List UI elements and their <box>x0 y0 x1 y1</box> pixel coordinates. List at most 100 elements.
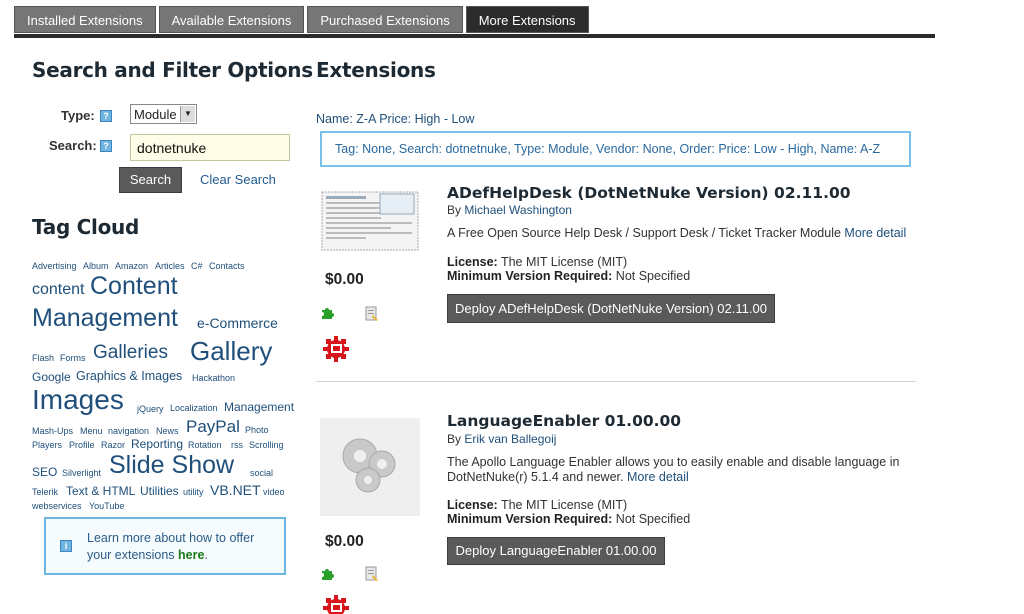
tag-link[interactable]: Images <box>32 384 124 416</box>
tag-link[interactable]: Rotation <box>188 440 222 450</box>
tab-bar: Installed Extensions Available Extension… <box>14 6 589 33</box>
tag-link[interactable]: Profile <box>69 440 95 450</box>
tag-cloud-title: Tag Cloud <box>32 215 139 239</box>
type-select[interactable]: Module ▼ <box>130 104 197 124</box>
tag-link[interactable]: navigation <box>108 426 149 436</box>
puzzle-icon <box>322 569 334 580</box>
tag-link[interactable]: Flash <box>32 353 54 363</box>
more-detail-link[interactable]: More detail <box>627 470 689 484</box>
document-icon <box>365 306 378 321</box>
tag-link[interactable]: Management <box>224 400 294 414</box>
extension-price: $0.00 <box>325 271 364 288</box>
min-version-value: Not Specified <box>615 512 691 526</box>
extension-description: A Free Open Source Help Desk / Support D… <box>447 226 907 241</box>
license-value: The MIT License (MIT) <box>500 255 628 269</box>
tag-link[interactable]: PayPal <box>186 417 240 437</box>
tag-link[interactable]: Google <box>32 370 71 384</box>
tag-link[interactable]: content <box>32 281 84 299</box>
tag-link[interactable]: Players <box>32 440 62 450</box>
tag-link[interactable]: Gallery <box>190 336 272 367</box>
extension-thumbnail[interactable] <box>320 188 420 254</box>
help-icon[interactable]: ? <box>100 140 112 152</box>
tag-link[interactable]: Advertising <box>32 261 77 271</box>
by-label: By <box>447 203 462 217</box>
tag-link[interactable]: Razor <box>101 440 125 450</box>
tag-link[interactable]: video <box>263 487 285 497</box>
tag-link[interactable]: SEO <box>32 465 57 479</box>
extensions-title: Extensions <box>316 58 436 82</box>
tab-installed-extensions[interactable]: Installed Extensions <box>14 6 156 33</box>
learn-more-link[interactable]: here <box>178 548 204 562</box>
tag-link[interactable]: VB.NET <box>210 482 261 498</box>
tag-link[interactable]: webservices <box>32 501 82 511</box>
tag-link[interactable]: Silverlight <box>62 468 101 478</box>
license-line: License: The MIT License (MIT) <box>447 498 627 512</box>
tag-link[interactable]: Graphics & Images <box>76 369 182 383</box>
tag-link[interactable]: jQuery <box>137 404 164 414</box>
tag-link[interactable]: Photo <box>245 425 269 435</box>
tag-link[interactable]: Articles <box>155 261 185 271</box>
tag-link[interactable]: rss <box>231 440 243 450</box>
tab-more-extensions[interactable]: More Extensions <box>465 6 589 33</box>
min-version-label: Minimum Version Required: <box>447 269 613 283</box>
help-icon[interactable]: ? <box>100 110 112 122</box>
learn-more-period: . <box>204 548 208 562</box>
tag-link[interactable]: Text & HTML <box>66 484 135 498</box>
extension-thumbnail[interactable] <box>320 418 420 516</box>
tag-link[interactable]: Utilities <box>140 484 179 498</box>
tag-link[interactable]: Telerik <box>32 487 58 497</box>
tag-link[interactable]: Localization <box>170 403 218 413</box>
learn-more-copy: Learn more about how to offer your exten… <box>87 531 255 562</box>
tab-underline <box>14 34 935 38</box>
learn-more-text: Learn more about how to offer your exten… <box>87 530 282 564</box>
tab-purchased-extensions[interactable]: Purchased Extensions <box>307 6 463 33</box>
extension-divider <box>316 381 916 382</box>
tag-link[interactable]: Hackathon <box>192 373 235 383</box>
tag-link[interactable]: Management <box>32 304 178 333</box>
gear-icon <box>323 336 349 362</box>
min-version-line: Minimum Version Required: Not Specified <box>447 269 690 283</box>
clear-search-link[interactable]: Clear Search <box>200 172 276 187</box>
tab-available-extensions[interactable]: Available Extensions <box>158 6 305 33</box>
tag-link[interactable]: Album <box>83 261 109 271</box>
min-version-value: Not Specified <box>615 269 691 283</box>
search-filter-title: Search and Filter Options <box>32 58 313 82</box>
search-input[interactable] <box>130 134 290 161</box>
info-icon: i <box>60 540 72 552</box>
description-text: A Free Open Source Help Desk / Support D… <box>447 226 841 240</box>
tag-link[interactable]: utility <box>183 487 204 497</box>
tag-link[interactable]: Galleries <box>93 342 168 364</box>
tag-link[interactable]: C# <box>191 261 203 271</box>
tag-link[interactable]: Contacts <box>209 261 245 271</box>
tag-link[interactable]: social <box>250 468 273 478</box>
tag-link[interactable]: Menu <box>80 426 103 436</box>
tag-link[interactable]: YouTube <box>89 501 124 511</box>
learn-more-box: i Learn more about how to offer your ext… <box>44 517 286 575</box>
gear-icon <box>323 595 349 614</box>
tag-link[interactable]: Reporting <box>131 437 183 451</box>
deploy-button[interactable]: Deploy ADefHelpDesk (DotNetNuke Version)… <box>447 294 775 323</box>
author-link[interactable]: Erik van Ballegoij <box>464 432 556 446</box>
deploy-button[interactable]: Deploy LanguageEnabler 01.00.00 <box>447 537 665 565</box>
tag-link[interactable]: Slide Show <box>109 451 234 480</box>
author-link[interactable]: Michael Washington <box>464 203 572 217</box>
type-label: Type: <box>61 108 95 123</box>
type-select-value: Module <box>134 107 177 122</box>
tag-link[interactable]: e-Commerce <box>197 315 278 331</box>
tag-link[interactable]: Mash-Ups <box>32 426 73 436</box>
tag-link[interactable]: Amazon <box>115 261 148 271</box>
license-label: License: <box>447 498 498 512</box>
tag-link[interactable]: Forms <box>60 353 86 363</box>
extension-name[interactable]: ADefHelpDesk (DotNetNuke Version) 02.11.… <box>447 184 851 202</box>
chevron-down-icon: ▼ <box>180 106 195 122</box>
tag-link[interactable]: News <box>156 426 179 436</box>
search-button[interactable]: Search <box>119 167 182 193</box>
filter-summary-box: Tag: None, Search: dotnetnuke, Type: Mod… <box>320 131 911 167</box>
license-line: License: The MIT License (MIT) <box>447 255 627 269</box>
sort-options[interactable]: Name: Z-A Price: High - Low <box>316 112 474 126</box>
tag-link[interactable]: Scrolling <box>249 440 284 450</box>
tag-link[interactable]: Content <box>90 272 178 301</box>
extension-name[interactable]: LanguageEnabler 01.00.00 <box>447 412 681 430</box>
more-detail-link[interactable]: More detail <box>844 226 906 240</box>
extension-price: $0.00 <box>325 533 364 550</box>
